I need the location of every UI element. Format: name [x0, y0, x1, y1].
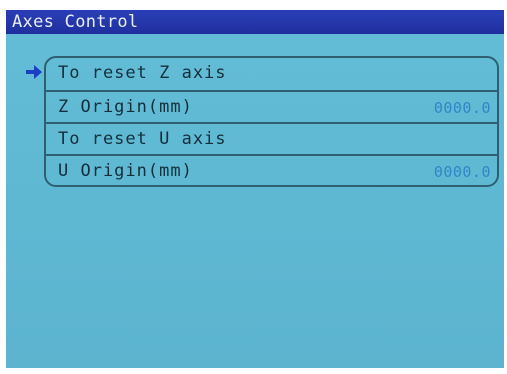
title-bar: Axes Control — [6, 10, 504, 34]
menu-item-label: To reset Z axis — [58, 63, 227, 83]
lcd-screen: Axes Control To reset Z axis Z Origin(mm… — [6, 10, 504, 368]
menu-item-label: Z Origin(mm) — [58, 97, 193, 117]
menu-item-reset-z[interactable]: To reset Z axis — [46, 58, 497, 90]
axes-menu: To reset Z axis Z Origin(mm) 0000.0 To r… — [44, 56, 499, 187]
menu-item-reset-u[interactable]: To reset U axis — [46, 122, 497, 154]
z-origin-value: 0000.0 — [433, 99, 491, 117]
window-title: Axes Control — [12, 12, 139, 32]
menu-item-u-origin[interactable]: U Origin(mm) 0000.0 — [46, 154, 497, 186]
menu-item-label: To reset U axis — [58, 129, 227, 149]
u-origin-value: 0000.0 — [433, 163, 491, 181]
menu-item-z-origin[interactable]: Z Origin(mm) 0000.0 — [46, 90, 497, 122]
menu-item-label: U Origin(mm) — [58, 161, 193, 181]
right-arrow-icon — [26, 65, 42, 79]
